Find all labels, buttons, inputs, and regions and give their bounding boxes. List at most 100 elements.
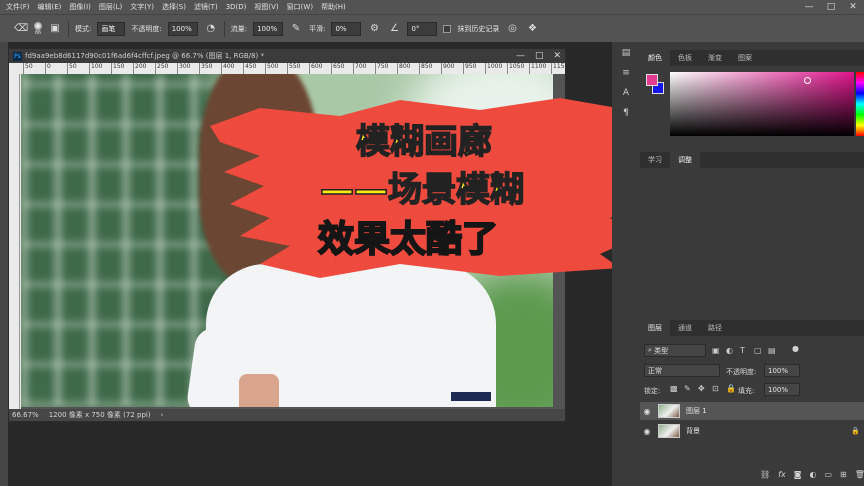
history-icon[interactable]: ▤ bbox=[619, 48, 633, 62]
lock-all-icon[interactable]: 🔒 bbox=[726, 384, 736, 393]
color-picker-cursor[interactable] bbox=[804, 77, 811, 84]
tab-learn[interactable]: 学习 bbox=[640, 152, 670, 168]
lock-artboard-icon[interactable]: ⊡ bbox=[712, 384, 719, 393]
lock-pixels-icon[interactable]: ▩ bbox=[670, 384, 678, 393]
menu-file[interactable]: 文件(F) bbox=[2, 2, 34, 12]
lock-paint-icon[interactable]: ✎ bbox=[684, 384, 691, 393]
minimize-icon[interactable]: — bbox=[798, 0, 820, 14]
ruler-tick-line bbox=[89, 63, 90, 74]
eraser-tool-icon[interactable]: ⌫ bbox=[14, 22, 28, 36]
adjustment-layer-icon[interactable]: ◐ bbox=[809, 470, 816, 479]
maximize-icon[interactable]: □ bbox=[535, 51, 544, 61]
ruler-tick-line bbox=[23, 63, 24, 74]
options-bar: ⌫ 86 ▣ 模式: 画笔 不透明度: 100% ◔ 流量: 100% ✎ 平滑… bbox=[0, 14, 864, 42]
visibility-eye-icon[interactable]: ◉ bbox=[640, 407, 654, 416]
foreground-color-swatch[interactable] bbox=[646, 74, 658, 86]
menu-3d[interactable]: 3D(D) bbox=[222, 3, 251, 11]
layer-row[interactable]: ◉ 图层 1 bbox=[640, 402, 864, 420]
delete-layer-icon[interactable]: 🗑 bbox=[855, 470, 864, 479]
character-icon[interactable]: A bbox=[619, 88, 633, 102]
flow-input[interactable]: 100% bbox=[253, 21, 284, 36]
layer-style-icon[interactable]: fx bbox=[778, 470, 786, 479]
vertical-ruler[interactable] bbox=[9, 74, 21, 409]
minimize-icon[interactable]: — bbox=[516, 51, 525, 61]
symmetry-icon[interactable]: ❖ bbox=[525, 22, 539, 36]
mode-select[interactable]: 画笔 bbox=[97, 21, 126, 36]
menu-view[interactable]: 视图(V) bbox=[250, 2, 282, 12]
filter-smart-icon[interactable]: ▤ bbox=[768, 346, 776, 355]
close-icon[interactable]: ✕ bbox=[553, 51, 561, 61]
maximize-icon[interactable]: □ bbox=[820, 0, 842, 14]
properties-icon[interactable]: ≡ bbox=[619, 68, 633, 82]
blend-mode-select[interactable]: 正常 bbox=[644, 364, 720, 377]
layer-thumbnail bbox=[658, 424, 680, 438]
menu-layer[interactable]: 图层(L) bbox=[95, 2, 126, 12]
pressure-opacity-icon[interactable]: ◔ bbox=[204, 22, 218, 36]
close-icon[interactable]: ✕ bbox=[842, 0, 864, 14]
ruler-tick-line bbox=[67, 63, 68, 74]
paragraph-icon[interactable]: ¶ bbox=[619, 108, 633, 122]
layer-thumbnail bbox=[658, 404, 680, 418]
link-layers-icon[interactable]: ⛓ bbox=[760, 470, 770, 479]
new-group-icon[interactable]: ▭ bbox=[824, 470, 832, 479]
brush-size: 86 bbox=[34, 29, 42, 36]
tab-color[interactable]: 颜色 bbox=[640, 50, 670, 66]
opacity-input[interactable]: 100% bbox=[167, 21, 198, 36]
filter-adjustment-icon[interactable]: ◐ bbox=[726, 346, 733, 355]
tab-patterns[interactable]: 图案 bbox=[730, 50, 760, 66]
pressure-size-icon[interactable]: ◎ bbox=[505, 22, 519, 36]
ruler-tick-label: 550 bbox=[289, 63, 301, 70]
tab-adjustments[interactable]: 调整 bbox=[670, 152, 700, 168]
ruler-tick-line bbox=[441, 63, 442, 74]
menu-filter[interactable]: 滤镜(T) bbox=[190, 2, 222, 12]
new-layer-icon[interactable]: ⊞ bbox=[840, 470, 847, 479]
chevron-right-icon[interactable]: › bbox=[161, 411, 164, 419]
ruler-tick-line bbox=[529, 63, 530, 74]
menu-window[interactable]: 窗口(W) bbox=[283, 2, 317, 12]
ruler-tick-line bbox=[155, 63, 156, 74]
airbrush-icon[interactable]: ✎ bbox=[289, 22, 303, 36]
brush-settings-icon[interactable]: ▣ bbox=[48, 22, 62, 36]
horizontal-ruler[interactable]: 50 0 50 100 150 200 250 300 350 400 450 500 550 600 65… bbox=[21, 63, 565, 74]
zoom-level[interactable]: 66.67% bbox=[12, 411, 39, 419]
layer-opacity-input[interactable]: 100% bbox=[764, 364, 800, 377]
angle-icon: ∠ bbox=[389, 23, 399, 34]
smoothing-settings-icon[interactable]: ⚙ bbox=[367, 22, 381, 36]
layer-name[interactable]: 背景 bbox=[686, 426, 700, 436]
brush-tip-icon bbox=[34, 21, 42, 30]
visibility-eye-icon[interactable]: ◉ bbox=[640, 427, 654, 436]
tab-gradients[interactable]: 渐变 bbox=[700, 50, 730, 66]
brush-preset-picker[interactable]: 86 bbox=[34, 21, 42, 36]
tools-panel bbox=[0, 42, 8, 486]
tab-paths[interactable]: 路径 bbox=[700, 320, 730, 336]
document-tab[interactable]: Ps fd9aa9eb8d6117d90c01f6ad6f4cffcf.jpeg… bbox=[9, 49, 565, 63]
filter-toggle-icon[interactable]: ● bbox=[792, 344, 799, 353]
fill-input[interactable]: 100% bbox=[764, 383, 800, 396]
menu-select[interactable]: 选择(S) bbox=[158, 2, 190, 12]
doc-info[interactable]: 1200 像素 x 750 像素 (72 ppi) bbox=[49, 410, 151, 420]
ruler-tick-line bbox=[309, 63, 310, 74]
layer-filter-select[interactable]: ⌕ 类型 bbox=[644, 344, 706, 357]
angle-input[interactable]: 0° bbox=[407, 21, 438, 36]
tab-channels[interactable]: 通道 bbox=[670, 320, 700, 336]
smoothing-input[interactable]: 0% bbox=[331, 21, 362, 36]
menu-help[interactable]: 帮助(H) bbox=[317, 2, 350, 12]
hue-slider[interactable] bbox=[856, 72, 864, 136]
history-checkbox[interactable] bbox=[443, 24, 452, 33]
menu-type[interactable]: 文字(Y) bbox=[126, 2, 158, 12]
menu-image[interactable]: 图像(I) bbox=[65, 2, 95, 12]
lock-move-icon[interactable]: ✥ bbox=[698, 384, 705, 393]
filter-image-icon[interactable]: ▣ bbox=[712, 346, 720, 355]
menu-edit[interactable]: 编辑(E) bbox=[34, 2, 66, 12]
tab-swatches[interactable]: 色板 bbox=[670, 50, 700, 66]
color-picker-field[interactable] bbox=[670, 72, 854, 136]
filter-shape-icon[interactable]: ▢ bbox=[754, 346, 762, 355]
add-mask-icon[interactable]: ◙ bbox=[794, 470, 802, 479]
tab-layers[interactable]: 图层 bbox=[640, 320, 670, 336]
ruler-tick-label: 750 bbox=[377, 63, 389, 70]
layer-filter-value: 类型 bbox=[654, 346, 669, 355]
filter-type-icon[interactable]: T bbox=[740, 346, 745, 355]
layer-name[interactable]: 图层 1 bbox=[686, 406, 707, 416]
layer-row[interactable]: ◉ 背景 🔒 bbox=[640, 422, 864, 440]
opacity-label: 不透明度: bbox=[131, 24, 162, 33]
